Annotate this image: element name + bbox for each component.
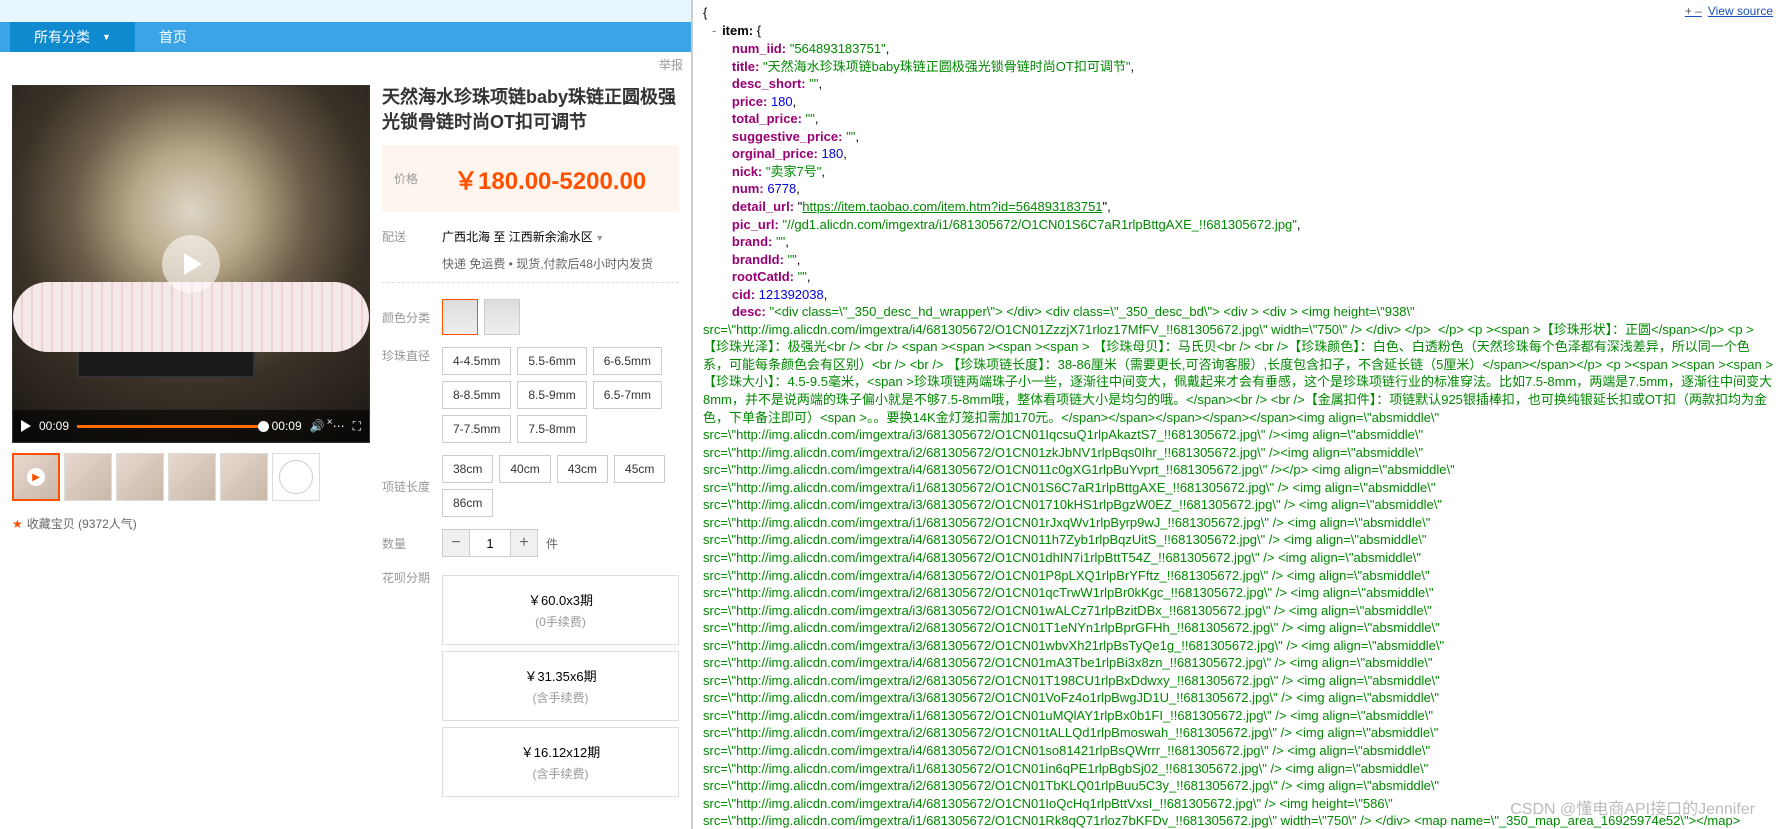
diameter-option-0[interactable]: 4-4.5mm: [442, 347, 511, 375]
topbar: [0, 0, 691, 22]
thumb-size-preview[interactable]: [272, 453, 320, 501]
view-source-link[interactable]: + –View source: [1685, 4, 1773, 18]
length-option-0[interactable]: 38cm: [442, 455, 493, 483]
diameter-option-2[interactable]: 6-6.5mm: [593, 347, 662, 375]
diameter-option-5[interactable]: 6.5-7mm: [593, 381, 662, 409]
thumbnails: [12, 453, 370, 501]
length-option-3[interactable]: 45cm: [614, 455, 665, 483]
shipping-note: 快递 免运费 • 现货,付款后48小时内发货: [382, 255, 679, 272]
thumb-2[interactable]: [116, 453, 164, 501]
thumb-4[interactable]: [220, 453, 268, 501]
favorite[interactable]: ★ 收藏宝贝 (9372人气): [12, 515, 370, 532]
price-value: ￥180.00-5200.00: [454, 161, 646, 196]
progress-bar[interactable]: [77, 425, 264, 428]
length-label: 项链长度: [382, 478, 442, 495]
price-label: 价格: [394, 170, 454, 187]
installment-option-1[interactable]: ￥31.35x6期(含手续费): [442, 651, 679, 721]
report-link[interactable]: 举报: [0, 52, 691, 73]
menu-icon[interactable]: ⋯: [333, 419, 345, 433]
video-player[interactable]: 00:09 00:09 🔊 ⋯ ⛶: [12, 85, 370, 443]
media-column: 00:09 00:09 🔊 ⋯ ⛶: [12, 85, 370, 803]
watermark: CSDN @懂电商API接口的Jennifer: [1510, 795, 1755, 819]
ship-to-selector[interactable]: 江西新余渝水区: [509, 228, 604, 245]
play-icon[interactable]: [162, 235, 220, 293]
qty-minus[interactable]: −: [442, 529, 470, 557]
diameter-label: 珍珠直径: [382, 347, 442, 364]
thumb-1[interactable]: [64, 453, 112, 501]
thumb-3[interactable]: [168, 453, 216, 501]
star-icon: ★: [12, 517, 23, 531]
nav-categories[interactable]: 所有分类: [10, 22, 135, 52]
navbar: 所有分类 首页: [0, 22, 691, 52]
video-controls: 00:09 00:09 🔊 ⋯ ⛶: [13, 410, 369, 442]
qty-label: 数量: [382, 535, 442, 552]
color-option-2[interactable]: [484, 299, 520, 335]
product-title: 天然海水珍珠项链baby珠链正圆极强光锁骨链时尚OT扣可调节: [382, 85, 679, 135]
diameter-option-3[interactable]: 8-8.5mm: [442, 381, 511, 409]
length-option-1[interactable]: 40cm: [499, 455, 550, 483]
qty-plus[interactable]: +: [510, 529, 538, 557]
length-option-2[interactable]: 43cm: [557, 455, 608, 483]
shipping-label: 配送: [382, 228, 442, 245]
installment-label: 花呗分期: [382, 569, 442, 586]
diameter-option-6[interactable]: 7-7.5mm: [442, 415, 511, 443]
time-current: 00:09: [39, 419, 69, 433]
product-page: 所有分类 首页 举报 00:09 00:09 🔊 ⋯: [0, 0, 693, 829]
qty-input[interactable]: [470, 529, 510, 557]
time-total: 00:09: [272, 419, 302, 433]
diameter-option-4[interactable]: 8.5-9mm: [517, 381, 586, 409]
length-option-4[interactable]: 86cm: [442, 489, 493, 517]
diameter-option-7[interactable]: 7.5-8mm: [517, 415, 586, 443]
play-button[interactable]: [21, 420, 31, 432]
fullscreen-icon[interactable]: ⛶: [353, 419, 361, 434]
installment-option-0[interactable]: ￥60.0x3期(0手续费): [442, 575, 679, 645]
color-label: 颜色分类: [382, 309, 442, 326]
qty-unit: 件: [546, 535, 558, 552]
json-viewer: + –View source { -item: { num_iid: "5648…: [693, 0, 1785, 829]
mute-icon[interactable]: 🔊: [310, 419, 325, 433]
color-option-1[interactable]: [442, 299, 478, 335]
nav-home[interactable]: 首页: [135, 22, 211, 52]
ship-from: 广西北海: [442, 228, 490, 245]
thumb-video[interactable]: [12, 453, 60, 501]
info-column: 天然海水珍珠项链baby珠链正圆极强光锁骨链时尚OT扣可调节 价格 ￥180.0…: [382, 85, 679, 803]
diameter-option-1[interactable]: 5.5-6mm: [517, 347, 586, 375]
installment-option-2[interactable]: ￥16.12x12期(含手续费): [442, 727, 679, 797]
